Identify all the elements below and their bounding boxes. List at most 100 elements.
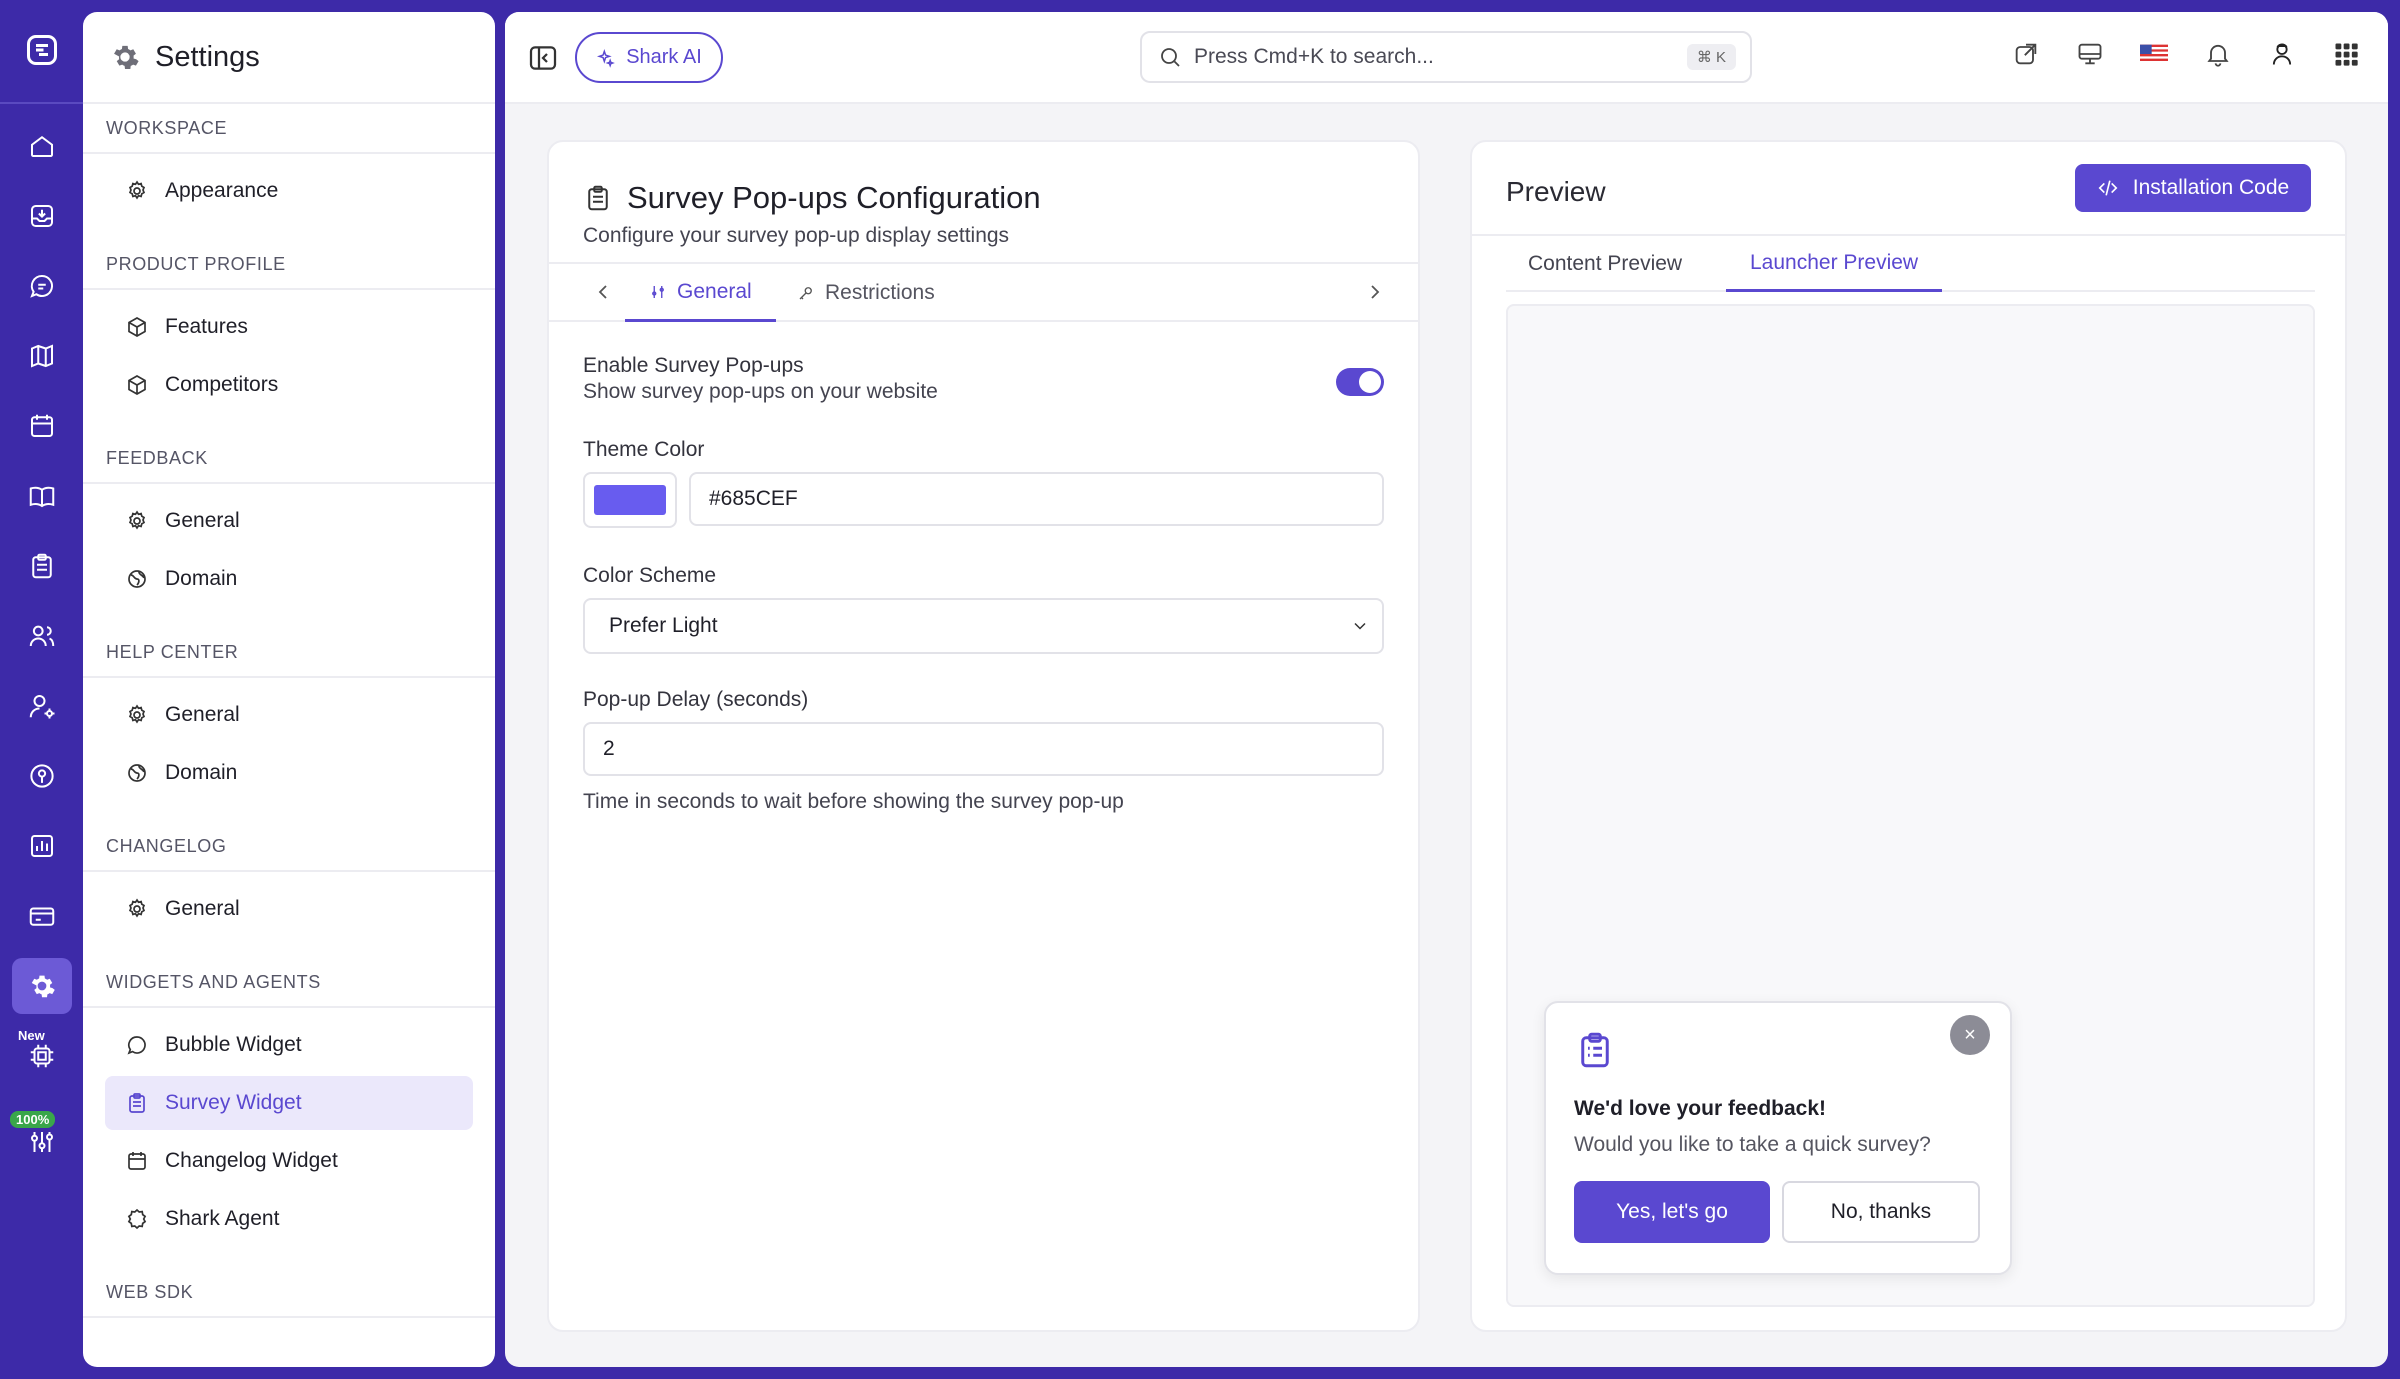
globe-icon [128, 570, 146, 588]
section-widgets: WIDGETS AND AGENTS [83, 958, 495, 1008]
map-icon[interactable] [22, 336, 62, 376]
chevron-left-icon[interactable] [591, 280, 615, 304]
sliders-icon [652, 285, 664, 298]
shark-ai-button[interactable]: Shark AI [575, 32, 723, 83]
sidebar-item-help-general[interactable]: General [105, 688, 473, 742]
chat-icon[interactable] [22, 266, 62, 306]
inbox-icon[interactable] [22, 196, 62, 236]
preview-tabs: Content Preview Launcher Preview [1506, 236, 2315, 292]
home-icon[interactable] [22, 126, 62, 166]
section-web-sdk: WEB SDK [83, 1268, 495, 1318]
sidebar-item-label: Domain [165, 761, 238, 784]
sliders-icon[interactable] [22, 1122, 62, 1162]
sidebar-item-survey-widget[interactable]: Survey Widget [105, 1076, 473, 1130]
sidebar-item-bubble-widget[interactable]: Bubble Widget [105, 1018, 473, 1072]
settings-gear-icon[interactable] [12, 958, 72, 1014]
enable-label: Enable Survey Pop-ups [583, 354, 804, 377]
installation-code-button[interactable]: Installation Code [2075, 164, 2311, 212]
theme-color-picker[interactable] [583, 472, 677, 528]
color-scheme-select[interactable]: Prefer Light [583, 598, 1384, 654]
users-icon[interactable] [22, 616, 62, 656]
sidebar-item-help-domain[interactable]: Domain [105, 746, 473, 800]
clipboard-icon [129, 1093, 145, 1113]
sidebar-item-label: Appearance [165, 179, 279, 202]
delay-input[interactable]: 2 [583, 722, 1384, 776]
bell-icon[interactable] [2200, 36, 2236, 72]
search-input[interactable]: Press Cmd+K to search... ⌘ K [1140, 31, 1752, 83]
popup-yes-button[interactable]: Yes, let's go [1574, 1181, 1770, 1243]
sidebar-item-label: Survey Widget [165, 1091, 302, 1114]
sidebar-item-features[interactable]: Features [105, 300, 473, 354]
gear-icon [128, 704, 146, 724]
tab-content-preview[interactable]: Content Preview [1528, 236, 1682, 292]
calendar-icon[interactable] [22, 406, 62, 446]
book-icon[interactable] [22, 476, 62, 516]
app-logo-icon[interactable] [20, 28, 64, 72]
theme-color-value: #685CEF [709, 487, 798, 510]
clipboard-icon [1581, 1032, 1609, 1068]
settings-sidebar: Settings WORKSPACE Appearance PRODUCT PR… [83, 12, 495, 1367]
sidebar-item-changelog-widget[interactable]: Changelog Widget [105, 1134, 473, 1188]
color-scheme-label: Color Scheme [583, 564, 717, 587]
enable-toggle[interactable] [1336, 368, 1384, 396]
agent-badge-icon [127, 1208, 147, 1230]
tab-launcher-preview[interactable]: Launcher Preview [1726, 236, 1943, 292]
sidebar-title: Settings [155, 40, 260, 73]
shark-ai-label: Shark AI [626, 46, 702, 68]
survey-config-card: Survey Pop-ups Configuration Configure y… [547, 140, 1420, 1332]
section-changelog: CHANGELOG [83, 822, 495, 872]
chip-icon[interactable] [22, 1036, 62, 1076]
preview-card: Preview Installation Code Content Previe… [1470, 140, 2347, 1332]
apps-grid-icon[interactable] [2328, 36, 2364, 72]
user-settings-icon[interactable] [22, 686, 62, 726]
delay-label: Pop-up Delay (seconds) [583, 688, 809, 711]
tab-restrictions[interactable]: Restrictions [797, 264, 935, 322]
clipboard-icon[interactable] [22, 546, 62, 586]
gear-icon [128, 180, 146, 200]
theme-color-swatch [594, 485, 666, 515]
monitor-icon[interactable] [2072, 36, 2108, 72]
icon-rail: New 100% [0, 0, 83, 1379]
settings-gear-icon [114, 45, 139, 69]
sidebar-item-label: Domain [165, 567, 238, 590]
tab-label: Launcher Preview [1750, 250, 1919, 274]
sidebar-item-changelog-general[interactable]: General [105, 882, 473, 936]
user-avatar[interactable] [2264, 36, 2300, 72]
delay-help: Time in seconds to wait before showing t… [583, 790, 1124, 813]
gear-icon [128, 898, 146, 918]
popup-question: Would you like to take a quick survey? [1574, 1133, 1931, 1156]
chevron-right-icon[interactable] [1363, 280, 1387, 304]
sidebar-item-label: General [165, 703, 240, 726]
location-pin-icon[interactable] [22, 756, 62, 796]
sidebar-item-shark-agent[interactable]: Shark Agent [105, 1192, 473, 1246]
main-area: Shark AI Press Cmd+K to search... ⌘ K Su… [505, 12, 2388, 1367]
theme-color-input[interactable]: #685CEF [689, 472, 1384, 526]
clipboard-icon [588, 185, 608, 211]
bar-chart-icon[interactable] [22, 826, 62, 866]
collapse-sidebar-icon[interactable] [527, 42, 559, 74]
search-placeholder: Press Cmd+K to search... [1194, 45, 1434, 68]
installation-code-label: Installation Code [2132, 176, 2290, 199]
delay-value: 2 [603, 737, 615, 760]
section-help-center: HELP CENTER [83, 628, 495, 678]
sidebar-item-competitors[interactable]: Competitors [105, 358, 473, 412]
cube-icon [128, 375, 146, 395]
sidebar-item-feedback-domain[interactable]: Domain [105, 552, 473, 606]
external-link-icon[interactable] [2008, 36, 2044, 72]
tab-general[interactable]: General [625, 264, 776, 322]
section-feedback: FEEDBACK [83, 434, 495, 484]
preview-canvas: × We'd love your feedback! Would you lik… [1506, 304, 2315, 1307]
sidebar-item-feedback-general[interactable]: General [105, 494, 473, 548]
sidebar-item-appearance[interactable]: Appearance [105, 164, 473, 218]
popup-close-button[interactable]: × [1950, 1015, 1990, 1055]
rail-divider [0, 102, 83, 104]
billing-card-icon[interactable] [22, 896, 62, 936]
config-title: Survey Pop-ups Configuration [627, 180, 1041, 215]
tab-label: General [677, 279, 752, 303]
sidebar-item-label: Shark Agent [165, 1207, 280, 1230]
search-icon [1161, 48, 1180, 67]
tab-label: Restrictions [825, 281, 935, 304]
us-flag-icon[interactable] [2136, 36, 2172, 72]
popup-no-button[interactable]: No, thanks [1782, 1181, 1980, 1243]
preview-title: Preview [1506, 176, 1606, 207]
